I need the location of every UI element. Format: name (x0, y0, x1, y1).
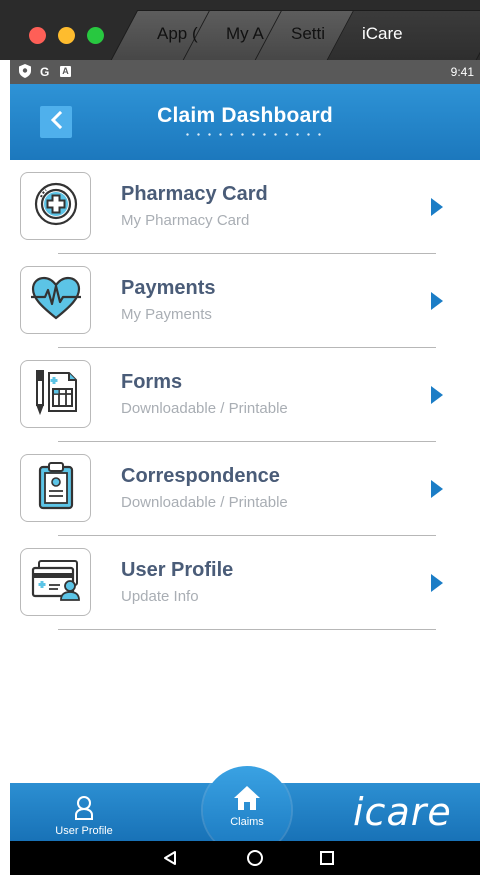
nav-user-profile-button[interactable]: User Profile (44, 787, 124, 839)
divider (58, 629, 436, 630)
payments-icon-tile (20, 266, 91, 334)
tab-icare-label: iCare (362, 24, 403, 43)
menu-item-user-profile[interactable]: User Profile Update Info (10, 536, 480, 630)
close-window-button[interactable] (29, 27, 46, 44)
menu-item-subtitle: Update Info (121, 588, 199, 605)
correspondence-icon-tile (20, 454, 91, 522)
tab-my-a-label: My A (226, 24, 264, 43)
title-underline-dots (182, 133, 328, 136)
recents-square-icon[interactable] (312, 841, 342, 875)
form-pen-icon (32, 367, 80, 422)
page-title: Claim Dashboard (157, 104, 333, 127)
back-triangle-icon[interactable] (155, 841, 185, 875)
chevron-right-icon (431, 198, 443, 216)
tab-settings-label: Setti (291, 24, 326, 43)
window-titlebar: App ( My A Setti iCare (0, 0, 480, 60)
status-bar: G A 9:41 (10, 60, 480, 84)
claim-menu-list: Pharmacy Card My Pharmacy Card Payments … (10, 160, 480, 630)
nav-claims-label: Claims (230, 816, 264, 828)
menu-item-title: Payments (121, 277, 216, 299)
maximize-window-button[interactable] (87, 27, 104, 44)
pharmacy-card-icon-tile (20, 172, 91, 240)
clipboard-icon (36, 461, 76, 516)
chevron-right-icon (431, 292, 443, 310)
menu-item-subtitle: Downloadable / Printable (121, 494, 288, 511)
app-header: Claim Dashboard (10, 84, 480, 160)
status-time: 9:41 (450, 65, 474, 79)
nav-user-profile-label: User Profile (55, 825, 113, 837)
menu-item-subtitle: My Payments (121, 306, 212, 323)
menu-item-correspondence[interactable]: Correspondence Downloadable / Printable (10, 442, 480, 536)
tab-app-label: App ( (157, 24, 198, 43)
menu-item-pharmacy-card[interactable]: Pharmacy Card My Pharmacy Card (10, 160, 480, 254)
icare-logo: icare (353, 790, 452, 834)
g-icon: G (40, 65, 50, 79)
minimize-window-button[interactable] (58, 27, 75, 44)
forms-icon-tile (20, 360, 91, 428)
menu-item-title: Correspondence (121, 465, 280, 487)
user-profile-icon-tile (20, 548, 91, 616)
menu-item-title: User Profile (121, 559, 234, 581)
android-nav-bar (10, 841, 480, 875)
home-icon (232, 784, 262, 817)
a-icon: A (60, 66, 71, 77)
shield-icon (19, 64, 31, 82)
menu-item-title: Forms (121, 371, 183, 393)
chevron-right-icon (431, 386, 443, 404)
menu-item-title: Pharmacy Card (121, 183, 268, 205)
medical-cross-icon (32, 180, 80, 233)
menu-item-subtitle: My Pharmacy Card (121, 212, 250, 229)
id-card-icon (30, 558, 82, 607)
user-icon (74, 795, 94, 826)
menu-item-subtitle: Downloadable / Printable (121, 400, 288, 417)
chevron-right-icon (431, 574, 443, 592)
menu-item-forms[interactable]: Forms Downloadable / Printable (10, 348, 480, 442)
chevron-right-icon (431, 480, 443, 498)
heartbeat-icon (29, 275, 83, 326)
home-circle-icon[interactable] (240, 841, 270, 875)
menu-item-payments[interactable]: Payments My Payments (10, 254, 480, 348)
